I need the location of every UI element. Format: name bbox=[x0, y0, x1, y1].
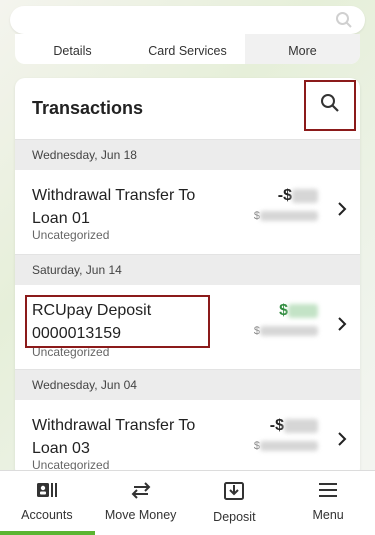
bottom-navigation: Accounts Move Money Deposit Menu bbox=[0, 470, 375, 535]
transaction-row[interactable]: Withdrawal Transfer To Loan 01 Uncategor… bbox=[15, 170, 360, 255]
nav-label: Move Money bbox=[104, 508, 177, 522]
account-subtabs: Details Card Services More bbox=[15, 34, 360, 64]
accounts-icon bbox=[36, 481, 58, 502]
nav-move-money[interactable]: Move Money bbox=[94, 471, 188, 535]
nav-label: Menu bbox=[312, 508, 344, 522]
search-transactions-button[interactable] bbox=[304, 80, 356, 131]
deposit-icon bbox=[223, 481, 245, 504]
transaction-row[interactable]: Withdrawal Transfer To Loan 03 Uncategor… bbox=[15, 400, 360, 478]
chevron-right-icon bbox=[337, 202, 347, 221]
transaction-category: Uncategorized bbox=[32, 228, 110, 242]
transaction-description: Withdrawal Transfer To Loan 03 bbox=[32, 417, 196, 457]
transaction-description: RCUpay Deposit 0000013159 bbox=[32, 302, 152, 342]
date-header: Saturday, Jun 14 bbox=[15, 255, 360, 285]
nav-label: Deposit bbox=[213, 510, 256, 524]
tab-more[interactable]: More bbox=[245, 34, 360, 64]
transaction-category: Uncategorized bbox=[32, 345, 110, 359]
nav-label: Accounts bbox=[21, 508, 73, 522]
search-icon bbox=[320, 93, 340, 118]
hamburger-menu-icon bbox=[317, 481, 339, 502]
date-header: Wednesday, Jun 04 bbox=[15, 370, 360, 400]
transaction-row[interactable]: RCUpay Deposit 0000013159 Uncategorized … bbox=[15, 285, 360, 370]
transactions-card: Transactions Wednesday, Jun 18 Withdrawa… bbox=[15, 78, 360, 478]
transaction-amount: -$ bbox=[278, 187, 318, 205]
transaction-balance: $ bbox=[254, 325, 318, 337]
nav-menu[interactable]: Menu bbox=[281, 471, 375, 535]
transfer-arrows-icon bbox=[130, 481, 152, 502]
top-search-bar[interactable] bbox=[10, 6, 365, 34]
transaction-balance: $ bbox=[254, 210, 318, 222]
date-header: Wednesday, Jun 18 bbox=[15, 140, 360, 170]
chevron-right-icon bbox=[337, 317, 347, 336]
transactions-title: Transactions bbox=[32, 98, 144, 118]
nav-accounts[interactable]: Accounts bbox=[0, 471, 94, 535]
transaction-amount: $ bbox=[279, 302, 318, 320]
transactions-header: Transactions bbox=[15, 78, 360, 140]
tab-details[interactable]: Details bbox=[15, 40, 130, 58]
nav-deposit[interactable]: Deposit bbox=[188, 471, 282, 535]
chevron-right-icon bbox=[337, 432, 347, 451]
tab-card-services[interactable]: Card Services bbox=[130, 40, 245, 58]
search-icon bbox=[335, 11, 353, 34]
active-tab-indicator bbox=[0, 531, 95, 535]
transaction-amount: -$ bbox=[270, 417, 318, 435]
transaction-description: Withdrawal Transfer To Loan 01 bbox=[32, 187, 196, 227]
transaction-balance: $ bbox=[254, 440, 318, 452]
